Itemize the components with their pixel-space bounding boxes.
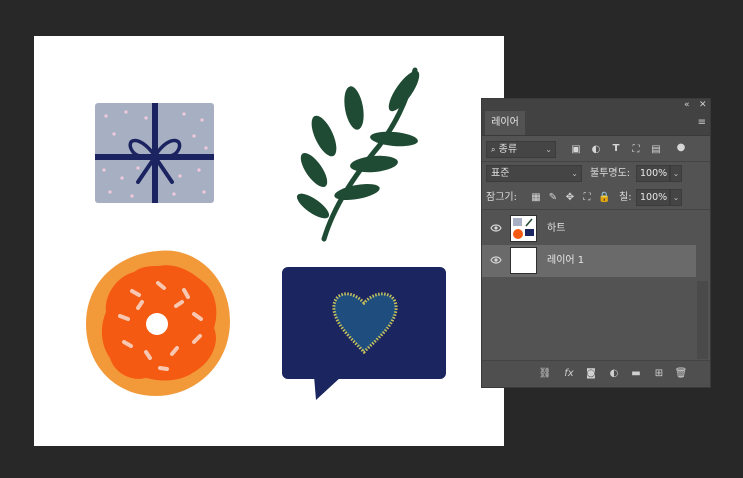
fill-chevron-icon[interactable]: ⌄ — [670, 189, 682, 206]
panel-menu-icon[interactable]: ≡ — [698, 117, 706, 128]
fx-icon[interactable]: fx — [562, 367, 576, 381]
divider — [482, 161, 710, 162]
shape-filter-icon[interactable]: ⛶ — [630, 144, 642, 156]
tab-layers[interactable]: 레이어 — [485, 111, 525, 135]
eye-icon[interactable] — [490, 255, 502, 265]
opacity-label: 불투명도: — [590, 168, 631, 179]
kind-filter-dropdown[interactable]: ⌕ 종류 ⌄ — [486, 141, 556, 158]
speech-bubble-illustration — [282, 267, 446, 400]
artwork — [86, 67, 446, 400]
lock-transparency-icon[interactable]: ▦ — [530, 192, 542, 204]
panel-footer: ⛓ fx ◙ ◐ ▬ ⊞ 🗑 — [482, 360, 710, 387]
chevron-down-icon: ⌄ — [571, 169, 578, 178]
panel-title-bar: « ✕ — [482, 99, 710, 111]
layer-row-layer1[interactable]: 레이어 1 — [482, 245, 696, 277]
collapse-icon[interactable]: « — [684, 99, 690, 111]
new-layer-icon[interactable]: ⊞ — [652, 367, 666, 381]
opacity-field[interactable]: 100% — [636, 165, 670, 182]
lock-pixels-icon[interactable]: ✎ — [547, 192, 559, 204]
search-icon: ⌕ — [491, 145, 496, 154]
type-filter-icon[interactable]: T — [610, 143, 622, 155]
blend-row: 표준 ⌄ 불투명도: 100% ⌄ — [482, 165, 710, 187]
layers-panel: « ✕ 레이어 ≡ ⌕ 종류 ⌄ ▣ ◐ T ⛶ ▤ ● 표준 ⌄ 불투명도: … — [481, 98, 711, 388]
smart-object-filter-icon[interactable]: ▤ — [650, 144, 662, 156]
leaf-branch-illustration — [296, 67, 420, 242]
opacity-chevron-icon[interactable]: ⌄ — [670, 165, 682, 182]
layer-row-heart[interactable]: 하트 — [482, 213, 696, 245]
group-folder-icon[interactable]: ▬ — [629, 367, 643, 381]
filter-toggle-icon[interactable]: ● — [675, 142, 687, 154]
document-canvas[interactable] — [34, 36, 504, 446]
trash-icon[interactable]: 🗑 — [674, 367, 688, 381]
blend-mode-dropdown[interactable]: 표준 ⌄ — [486, 165, 582, 182]
adjustment-layer-icon[interactable]: ◐ — [607, 367, 621, 381]
layer-thumbnail — [510, 215, 537, 242]
divider — [482, 209, 710, 210]
link-layers-icon[interactable]: ⛓ — [538, 367, 552, 381]
layer-name: 레이어 1 — [547, 255, 585, 266]
panel-tab-bar: 레이어 ≡ — [482, 111, 710, 136]
adjustment-filter-icon[interactable]: ◐ — [590, 144, 602, 156]
lock-row: 잠그기: ▦ ✎ ✥ ⛶ 🔒 칠: 100% ⌄ — [482, 189, 710, 211]
fill-field[interactable]: 100% — [636, 189, 670, 206]
lock-all-icon[interactable]: 🔒 — [598, 192, 610, 204]
eye-icon[interactable] — [490, 223, 502, 233]
layer-preview-image — [513, 218, 534, 239]
gift-box-illustration — [95, 103, 214, 203]
chevron-down-icon: ⌄ — [545, 145, 552, 154]
lock-artboard-icon[interactable]: ⛶ — [581, 192, 593, 204]
donut-illustration — [86, 250, 230, 396]
add-mask-icon[interactable]: ◙ — [584, 367, 598, 381]
lock-position-icon[interactable]: ✥ — [564, 192, 576, 204]
close-icon[interactable]: ✕ — [699, 99, 707, 111]
kind-filter-label: 종류 — [498, 144, 518, 155]
image-filter-icon[interactable]: ▣ — [570, 144, 582, 156]
filter-row: ⌕ 종류 ⌄ ▣ ◐ T ⛶ ▤ ● — [482, 141, 710, 163]
fill-label: 칠: — [619, 192, 632, 203]
layer-name: 하트 — [547, 223, 566, 234]
layer-thumbnail — [510, 247, 537, 274]
blend-mode-value: 표준 — [491, 168, 510, 179]
scrollbar[interactable] — [697, 281, 708, 359]
lock-label: 잠그기: — [486, 192, 517, 203]
